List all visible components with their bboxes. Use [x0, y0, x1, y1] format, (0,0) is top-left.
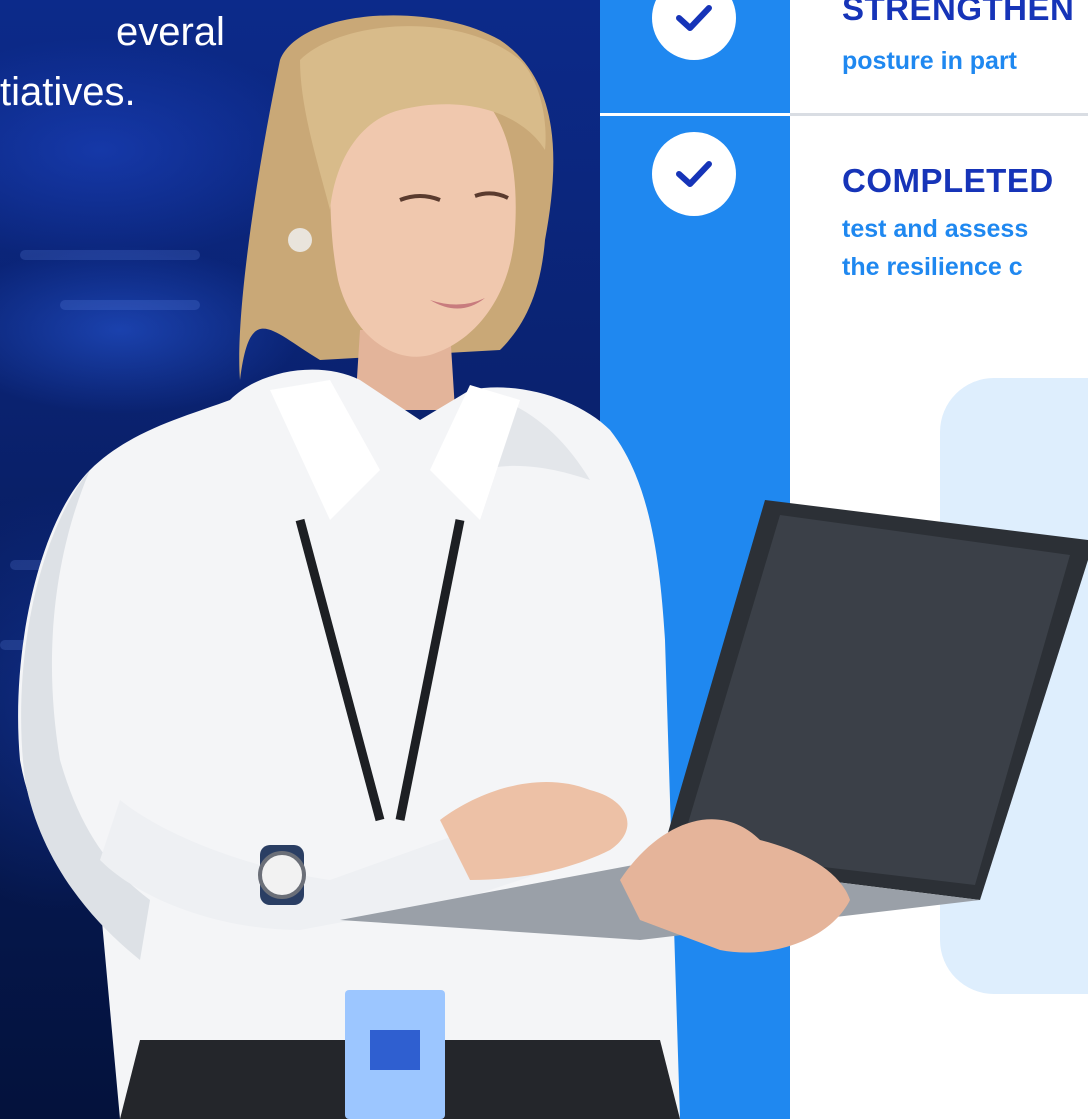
- light-streak: [60, 300, 200, 310]
- item-2-body-line-2: the resilience c: [842, 253, 1023, 281]
- checkmark-icon: [652, 132, 736, 216]
- checkmark-glyph: [676, 161, 712, 187]
- item-2-body-line-1: test and assess: [842, 215, 1029, 243]
- intro-line-1: everal: [116, 10, 225, 54]
- light-streak: [20, 250, 200, 260]
- item-1-body: posture in part: [842, 47, 1018, 75]
- intro-text: everal tiatives.: [0, 0, 240, 122]
- row-divider: [600, 113, 1088, 116]
- checkmark-glyph: [676, 5, 712, 31]
- photo-background: [0, 0, 600, 1119]
- light-streak: [0, 640, 120, 650]
- page: everal tiatives. STRENGTHEN posture in p…: [0, 0, 1088, 1119]
- info-card: [940, 378, 1088, 994]
- row-divider-highlight: [600, 113, 790, 116]
- item-1-title: STRENGTHEN: [842, 0, 1075, 27]
- light-streak: [10, 560, 100, 570]
- item-2-title: COMPLETED: [842, 162, 1054, 199]
- intro-line-2: tiatives.: [0, 70, 136, 114]
